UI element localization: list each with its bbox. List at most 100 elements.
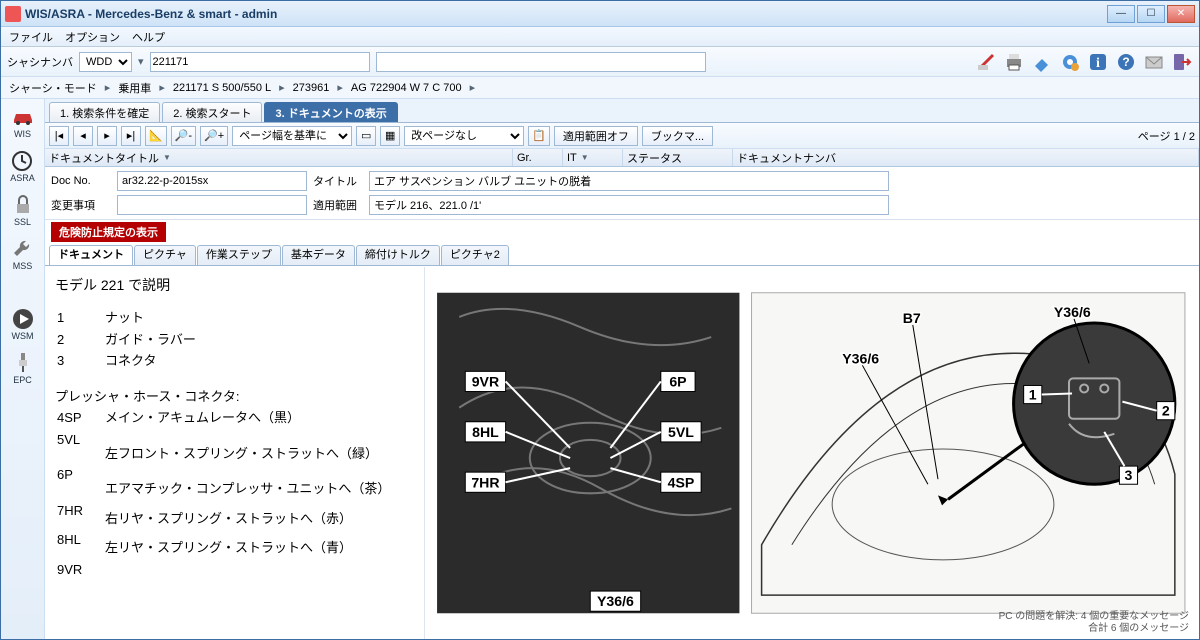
sidebar-label-wis: WIS <box>14 129 31 139</box>
menu-options[interactable]: オプション <box>65 29 120 45</box>
sidebar-item-asra[interactable]: ASRA <box>10 149 35 183</box>
doctab-picture[interactable]: ピクチャ <box>134 245 196 265</box>
mail-icon[interactable] <box>1143 51 1165 73</box>
nav-first-button[interactable]: |◂ <box>49 126 69 146</box>
docno-input[interactable] <box>117 171 307 191</box>
sidebar-label-ssl: SSL <box>14 217 31 227</box>
change-input[interactable] <box>117 195 307 215</box>
car-icon <box>11 105 35 129</box>
nav-last-button[interactable]: ▸| <box>121 126 141 146</box>
step-1-tab[interactable]: 1. 検索条件を確定 <box>49 102 160 122</box>
title-value: エア サスペンション バルブ ユニットの脱着 <box>369 171 889 191</box>
print-icon[interactable] <box>1003 51 1025 73</box>
scope-off-button[interactable]: 適用範囲オフ <box>554 126 638 146</box>
bc-model[interactable]: 221171 S 500/550 L <box>173 82 271 94</box>
bc-cartype[interactable]: 乗用車 <box>118 80 151 96</box>
doctab-picture2[interactable]: ピクチャ2 <box>441 245 509 265</box>
page-break-select[interactable]: 改ページなし <box>404 126 524 146</box>
sparkplug-icon <box>11 351 35 375</box>
lock-icon <box>11 193 35 217</box>
svg-text:2: 2 <box>1162 403 1170 419</box>
menu-file[interactable]: ファイル <box>9 29 53 45</box>
tool-ruler-icon[interactable]: 📐 <box>145 126 167 146</box>
zoom-mode-select[interactable]: ページ幅を基準に <box>232 126 352 146</box>
result-columns: ドキュメントタイトル Gr. IT ステータス ドキュメントナンバ <box>45 149 1199 167</box>
sidebar-label-epc: EPC <box>13 375 32 385</box>
minimize-button[interactable]: — <box>1107 5 1135 23</box>
bookmark-button[interactable]: ブックマ... <box>642 126 713 146</box>
chassis-prefix-dropdown-icon[interactable]: ▾ <box>138 55 144 68</box>
doctab-worksteps[interactable]: 作業ステップ <box>197 245 281 265</box>
menu-help[interactable]: ヘルプ <box>132 29 165 45</box>
svg-text:Y36/6: Y36/6 <box>842 350 879 366</box>
sidebar-item-wis[interactable]: WIS <box>11 105 35 139</box>
play-icon <box>11 307 35 331</box>
doc-heading: モデル 221 で説明 <box>55 275 414 296</box>
chassis-number-input[interactable] <box>150 52 370 72</box>
col-status[interactable]: ステータス <box>623 149 733 166</box>
svg-text:B7: B7 <box>903 310 921 326</box>
svg-text:1: 1 <box>1029 387 1037 403</box>
vehicle-breadcrumb: シャーシ・モード 乗用車 221171 S 500/550 L 273961 A… <box>1 77 1199 99</box>
sidebar-item-ssl[interactable]: SSL <box>11 193 35 227</box>
close-button[interactable]: ✕ <box>1167 5 1195 23</box>
app-icon <box>5 6 21 22</box>
delete-icon[interactable] <box>975 51 997 73</box>
section2-heading: プレッシャ・ホース・コネクタ: <box>55 387 414 407</box>
bc-engine[interactable]: 273961 <box>293 82 330 94</box>
document-meta: Doc No. タイトル エア サスペンション バルブ ユニットの脱着 変更事項… <box>45 167 1199 220</box>
svg-text:8HL: 8HL <box>472 424 499 440</box>
step-2-tab[interactable]: 2. 検索スタート <box>162 102 262 122</box>
help-icon[interactable]: ? <box>1115 51 1137 73</box>
scope-value: モデル 216、221.0 /1' <box>369 195 889 215</box>
window-title: WIS/ASRA - Mercedes-Benz & smart - admin <box>25 7 1107 21</box>
docno-label: Doc No. <box>51 175 111 187</box>
chassis-prefix-select[interactable]: WDD <box>79 52 132 72</box>
sidebar-label-wsm: WSM <box>12 331 34 341</box>
nav-prev-button[interactable]: ◂ <box>73 126 93 146</box>
col-it[interactable]: IT <box>563 149 623 166</box>
scope-label: 適用範囲 <box>313 197 363 213</box>
sidebar-item-epc[interactable]: EPC <box>11 351 35 385</box>
svg-text:7HR: 7HR <box>471 474 499 490</box>
bc-trans[interactable]: AG 722904 W 7 C 700 <box>351 82 462 94</box>
top-toolbar: シャシナンバ WDD ▾ i ? <box>1 47 1199 77</box>
sidebar-item-wsm[interactable]: WSM <box>11 307 35 341</box>
svg-text:3: 3 <box>1125 467 1133 483</box>
document-text-pane[interactable]: モデル 221 で説明 1ナット 2ガイド・ラバー 3コネクタ プレッシャ・ホー… <box>45 267 425 639</box>
col-gr[interactable]: Gr. <box>513 149 563 166</box>
sidebar-label-mss: MSS <box>13 261 33 271</box>
info-icon[interactable]: i <box>1087 51 1109 73</box>
left-sidebar: WIS ASRA SSL MSS WSM EPC <box>1 99 45 639</box>
eraser-icon[interactable] <box>1031 51 1053 73</box>
doctab-document[interactable]: ドキュメント <box>49 245 133 265</box>
tool-page-multi-icon[interactable]: ▦ <box>380 126 400 146</box>
col-title[interactable]: ドキュメントタイトル <box>45 149 513 166</box>
document-toolbar: |◂ ◂ ▸ ▸| 📐 🔎- 🔎+ ページ幅を基準に ▭ ▦ 改ページなし 📋 … <box>45 123 1199 149</box>
sidebar-item-mss[interactable]: MSS <box>11 237 35 271</box>
doctab-basedata[interactable]: 基本データ <box>282 245 355 265</box>
svg-text:5VL: 5VL <box>668 424 694 440</box>
settings-icon[interactable] <box>1059 51 1081 73</box>
legend-table-1: 1ナット 2ガイド・ラバー 3コネクタ <box>55 306 198 373</box>
nav-next-button[interactable]: ▸ <box>97 126 117 146</box>
wizard-steps: 1. 検索条件を確定 2. 検索スタート 3. ドキュメントの表示 <box>45 99 1199 123</box>
col-docno[interactable]: ドキュメントナンバ <box>733 149 1199 166</box>
tool-page-single-icon[interactable]: ▭ <box>356 126 376 146</box>
tool-copy-icon[interactable]: 📋 <box>528 126 550 146</box>
step-3-tab[interactable]: 3. ドキュメントの表示 <box>264 102 397 122</box>
main-panel: 1. 検索条件を確定 2. 検索スタート 3. ドキュメントの表示 |◂ ◂ ▸… <box>45 99 1199 639</box>
tool-zoomout-icon[interactable]: 🔎- <box>171 126 196 146</box>
doctab-torque[interactable]: 締付けトルク <box>356 245 440 265</box>
tool-zoomin-icon[interactable]: 🔎+ <box>200 126 228 146</box>
danger-notice-tag[interactable]: 危険防止規定の表示 <box>51 222 166 242</box>
change-label: 変更事項 <box>51 197 111 213</box>
technical-drawing: 9VR 8HL 7HR 6P 5VL 4SP Y36/6 <box>429 271 1195 635</box>
sidebar-label-asra: ASRA <box>10 173 35 183</box>
bc-mode[interactable]: シャーシ・モード <box>9 80 97 96</box>
maximize-button[interactable]: ☐ <box>1137 5 1165 23</box>
document-figure-pane[interactable]: 9VR 8HL 7HR 6P 5VL 4SP Y36/6 <box>425 267 1199 639</box>
exit-icon[interactable] <box>1171 51 1193 73</box>
top-search-input[interactable] <box>376 52 706 72</box>
svg-text:?: ? <box>1122 55 1129 69</box>
